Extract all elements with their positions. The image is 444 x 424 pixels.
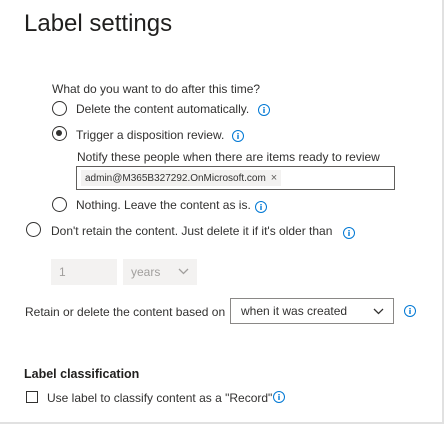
record-checkbox-label: Use label to classify content as a "Reco… xyxy=(47,391,273,405)
person-chip-text: admin@M365B327292.OnMicrosoft.com xyxy=(85,172,266,184)
info-icon[interactable] xyxy=(232,130,244,142)
info-icon[interactable] xyxy=(404,305,416,317)
radio-delete-automatically-label: Delete the content automatically. xyxy=(76,102,250,116)
duration-unit-dropdown[interactable]: years xyxy=(123,259,197,285)
settings-panel: Label settings What do you want to do af… xyxy=(0,0,444,424)
close-icon[interactable]: × xyxy=(271,173,277,184)
after-time-question: What do you want to do after this time? xyxy=(52,82,261,96)
chevron-down-icon xyxy=(178,268,189,275)
based-on-label: Retain or delete the content based on xyxy=(25,305,226,319)
info-icon[interactable] xyxy=(255,201,267,213)
radio-delete-automatically[interactable] xyxy=(52,101,67,116)
chevron-down-icon xyxy=(373,308,384,315)
radio-do-nothing[interactable] xyxy=(52,197,67,212)
person-chip: admin@M365B327292.OnMicrosoft.com × xyxy=(81,170,282,186)
notify-label: Notify these people when there are items… xyxy=(77,150,380,164)
info-icon[interactable] xyxy=(273,391,285,403)
duration-input[interactable]: 1 xyxy=(51,259,117,285)
record-checkbox[interactable] xyxy=(26,391,38,403)
radio-disposition-review-label: Trigger a disposition review. xyxy=(76,128,225,142)
duration-unit-value: years xyxy=(131,265,161,279)
radio-delete-only[interactable] xyxy=(26,222,41,237)
info-icon[interactable] xyxy=(343,227,355,239)
info-icon[interactable] xyxy=(258,104,270,116)
radio-do-nothing-label: Nothing. Leave the content as is. xyxy=(76,198,251,212)
radio-delete-only-label: Don't retain the content. Just delete it… xyxy=(51,224,333,238)
based-on-value: when it was created xyxy=(241,304,348,318)
label-classification-heading: Label classification xyxy=(24,367,140,381)
page-title: Label settings xyxy=(24,10,173,37)
based-on-dropdown[interactable]: when it was created xyxy=(230,298,394,324)
radio-disposition-review[interactable] xyxy=(52,126,67,141)
notify-people-picker[interactable]: admin@M365B327292.OnMicrosoft.com × xyxy=(76,166,395,190)
